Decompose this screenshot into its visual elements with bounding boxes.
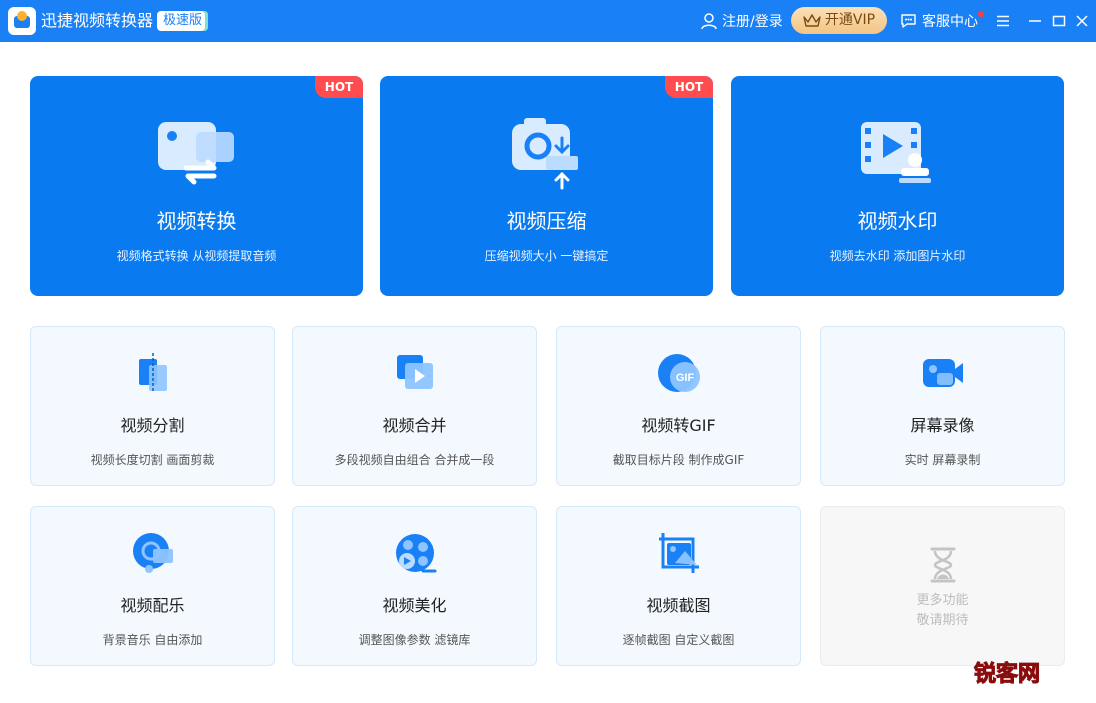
tool-title: 视频分割: [120, 416, 185, 435]
video-compress-icon: [512, 118, 578, 190]
tool-desc: 多段视频自由组合 合并成一段: [334, 453, 495, 467]
menu-button[interactable]: [994, 11, 1012, 31]
minimize-icon: [1029, 20, 1041, 22]
video-merge-icon: [397, 355, 433, 389]
maximize-icon: [1052, 15, 1066, 27]
close-icon: [1076, 15, 1088, 27]
tool-title: 视频转GIF: [641, 416, 716, 435]
tool-title: 更多功能: [916, 593, 969, 608]
tool-card-video-to-gif[interactable]: GIF 视频转GIF 截取目标片段 制作成GIF: [556, 326, 801, 486]
tool-card-video-music[interactable]: 视频配乐 背景音乐 自由添加: [30, 506, 275, 666]
tool-card-more: 更多功能 敬请期待: [820, 506, 1065, 666]
service-label: 客服中心: [922, 14, 978, 30]
svg-text:GIF: GIF: [676, 372, 695, 384]
tool-card-video-split[interactable]: 视频分割 视频长度切割 画面剪裁: [30, 326, 275, 486]
tool-desc: 截取目标片段 制作成GIF: [612, 453, 745, 467]
tool-card-video-merge[interactable]: 视频合并 多段视频自由组合 合并成一段: [292, 326, 537, 486]
tool-title: 视频合并: [382, 416, 447, 435]
tool-desc: 敬请期待: [916, 613, 969, 628]
video-convert-icon: [158, 122, 234, 185]
login-label: 注册/登录: [722, 14, 783, 30]
gif-icon: GIF: [658, 354, 700, 392]
video-watermark-icon: [861, 122, 931, 183]
tool-title: 屏幕录像: [910, 416, 975, 435]
title-bar: 迅捷视频转换器 极速版 注册/登录 开通VIP 客服中心: [0, 0, 1096, 42]
notification-dot: [978, 11, 984, 17]
tool-desc: 实时 屏幕录制: [904, 453, 981, 467]
chat-icon: [901, 14, 916, 28]
login-button[interactable]: 注册/登录: [700, 11, 783, 31]
tool-desc: 视频长度切割 画面剪裁: [90, 453, 215, 467]
feature-title: 视频水印: [857, 209, 938, 233]
video-beautify-icon: [396, 534, 437, 573]
tool-card-screen-record[interactable]: 屏幕录像 实时 屏幕录制: [820, 326, 1065, 486]
feature-desc: 视频去水印 添加图片水印: [829, 249, 966, 263]
tool-desc: 调整图像参数 滤镜库: [358, 633, 471, 647]
user-icon: [701, 13, 717, 30]
hourglass-icon: [930, 547, 956, 583]
hot-badge: HOT: [665, 76, 713, 98]
tool-card-video-screenshot[interactable]: 视频截图 逐帧截图 自定义截图: [556, 506, 801, 666]
tool-title: 视频配乐: [120, 596, 185, 615]
vip-label: 开通VIP: [824, 12, 876, 28]
minimize-button[interactable]: [1026, 11, 1044, 31]
feature-card-video-convert[interactable]: HOT 视频转换 视频格式转换 从视频提取音频: [30, 76, 363, 296]
video-split-icon: [139, 353, 167, 393]
vip-button[interactable]: 开通VIP: [791, 7, 887, 34]
tool-card-video-beautify[interactable]: 视频美化 调整图像参数 滤镜库: [292, 506, 537, 666]
feature-title: 视频转换: [156, 209, 237, 233]
tool-title: 视频美化: [382, 596, 447, 615]
music-icon: [133, 533, 173, 573]
tool-title: 视频截图: [646, 596, 711, 615]
maximize-button[interactable]: [1050, 11, 1068, 31]
feature-desc: 压缩视频大小 一键搞定: [484, 249, 609, 263]
watermark-text: 锐客网: [973, 662, 1041, 688]
crown-icon: [803, 13, 821, 27]
menu-icon: [997, 15, 1009, 27]
tool-desc: 背景音乐 自由添加: [102, 633, 203, 647]
tool-desc: 逐帧截图 自定义截图: [622, 633, 735, 647]
feature-title: 视频压缩: [506, 209, 587, 233]
feature-card-video-compress[interactable]: HOT 视频压缩 压缩视频大小 一键搞定: [380, 76, 713, 296]
edition-badge: 极速版: [157, 11, 209, 31]
app-logo-icon: [8, 7, 36, 35]
close-button[interactable]: [1073, 11, 1091, 31]
app-title: 迅捷视频转换器: [41, 11, 154, 30]
screenshot-icon: [659, 533, 699, 573]
feature-card-video-watermark[interactable]: 视频水印 视频去水印 添加图片水印: [731, 76, 1064, 296]
feature-desc: 视频格式转换 从视频提取音频: [116, 249, 277, 263]
screen-record-icon: [923, 359, 963, 387]
hot-badge: HOT: [315, 76, 363, 98]
customer-service-button[interactable]: 客服中心: [900, 11, 984, 31]
